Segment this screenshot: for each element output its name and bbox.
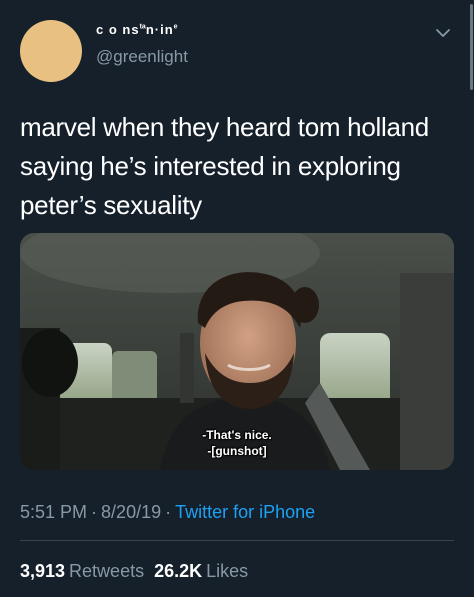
tweet-time[interactable]: 5:51 PM: [20, 502, 87, 522]
retweets-count: 3,913: [20, 561, 66, 581]
likes-count: 26.2K: [154, 561, 203, 581]
display-name-superscript-2: e: [173, 23, 178, 31]
display-name-tail: n·in: [145, 22, 174, 37]
scrollbar-thumb[interactable]: [470, 4, 473, 90]
display-name-part: c o ns: [96, 22, 140, 37]
tweet-text: marvel when they heard tom holland sayin…: [20, 112, 429, 220]
video-subtitle: -That's nice. -[gunshot]: [20, 427, 454, 459]
meta-separator: ·: [91, 502, 98, 522]
subtitle-line-2: -[gunshot]: [207, 444, 267, 458]
tweet-source-link[interactable]: Twitter for iPhone: [175, 502, 315, 522]
chevron-down-icon[interactable]: [434, 26, 452, 40]
tweet-stats: 3,913 Retweets 26.2K Likes: [20, 561, 248, 582]
scrollbar[interactable]: [469, 0, 474, 100]
divider: [20, 540, 454, 541]
meta-separator-2: ·: [165, 502, 172, 522]
likes-label: Likes: [206, 561, 249, 581]
tweet-metadata: 5:51 PM · 8/20/19 · Twitter for iPhone: [20, 502, 315, 523]
tweet-media-image[interactable]: -That's nice. -[gunshot]: [20, 233, 454, 470]
retweets-label: Retweets: [69, 561, 145, 581]
user-handle[interactable]: @greenlight: [96, 47, 188, 67]
tweet-date[interactable]: 8/20/19: [101, 502, 161, 522]
subtitle-line-1: -That's nice.: [202, 428, 272, 442]
tweet-card: c o nstan·ine @greenlight marvel when th…: [0, 0, 474, 597]
avatar[interactable]: [20, 20, 82, 82]
display-name[interactable]: c o nstan·ine: [96, 22, 178, 37]
retweets-stat[interactable]: 3,913 Retweets: [20, 561, 144, 581]
likes-stat[interactable]: 26.2K Likes: [154, 561, 248, 581]
